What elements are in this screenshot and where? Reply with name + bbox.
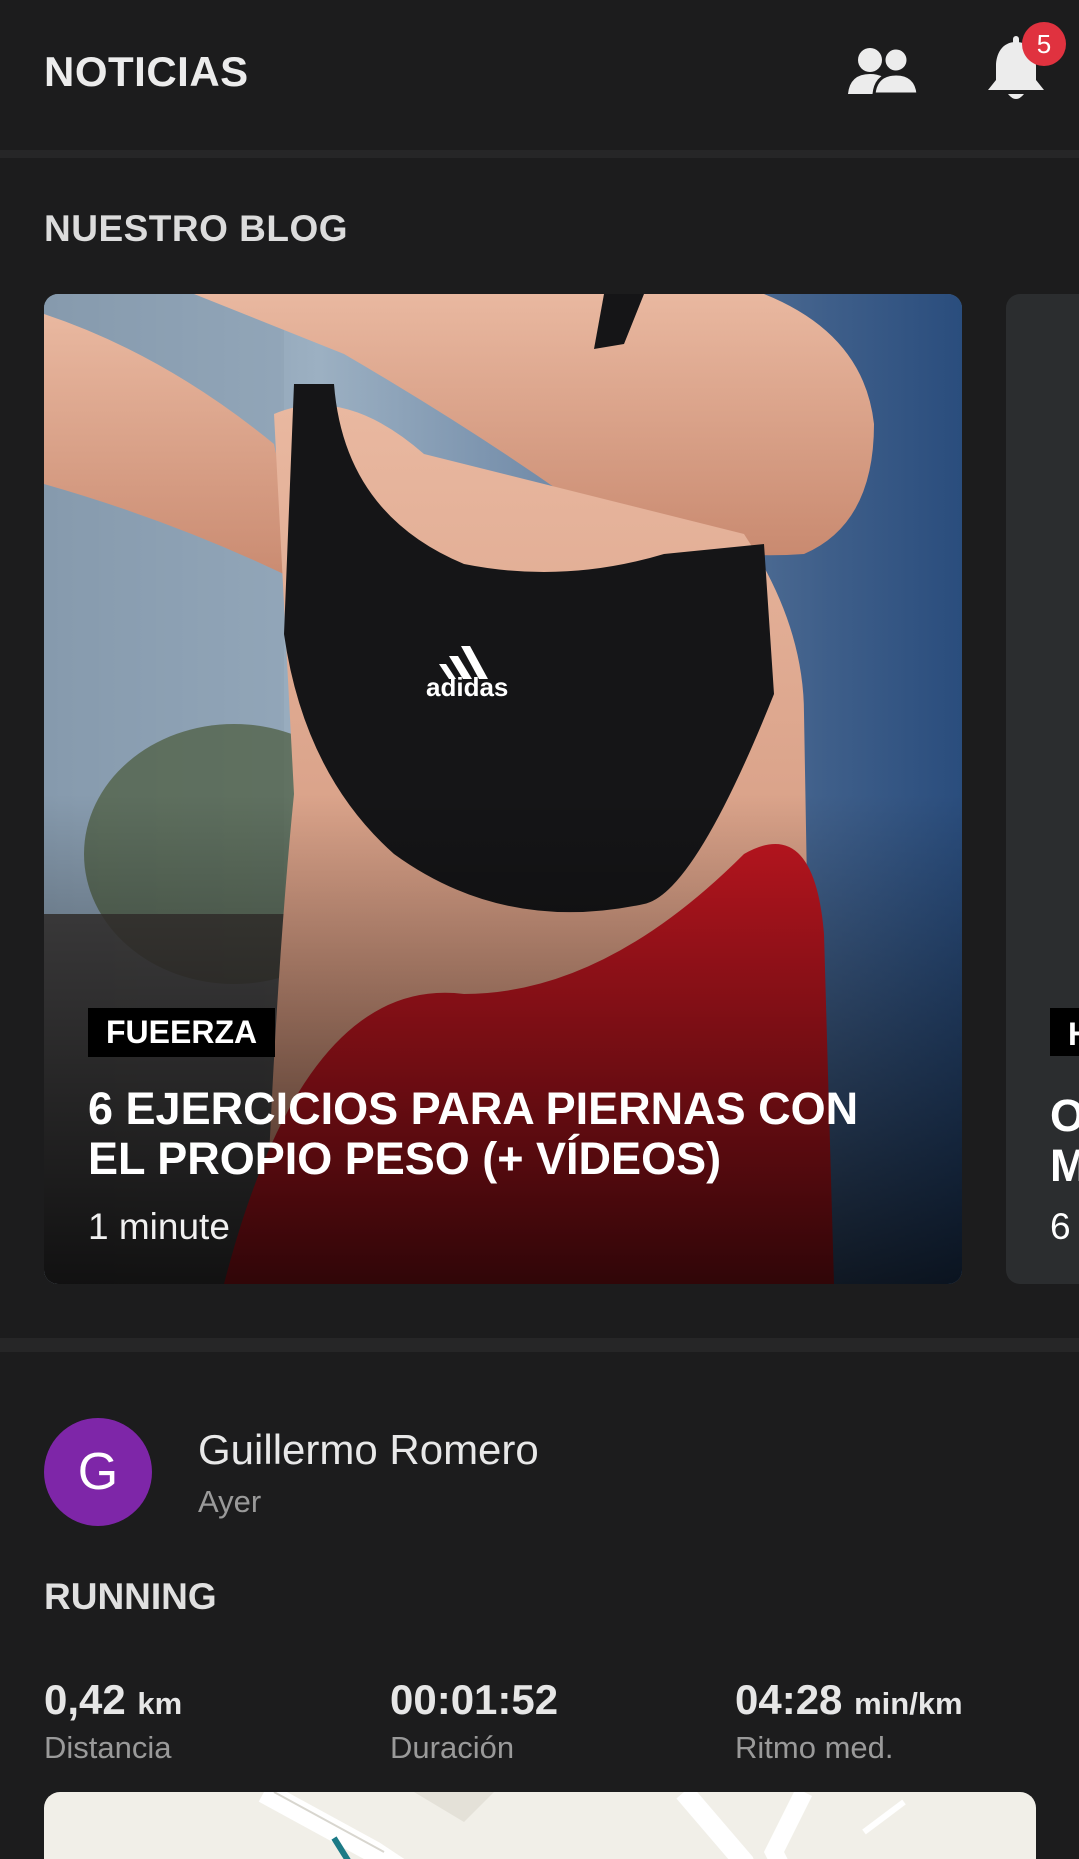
stat-pace-label: Ritmo med.	[735, 1730, 894, 1765]
stat-distance: 0,42 km Distancia	[44, 1676, 182, 1766]
stat-pace-value: 04:28	[735, 1676, 843, 1723]
stat-pace-unit: min/km	[854, 1686, 963, 1721]
user-name[interactable]: Guillermo Romero	[198, 1426, 539, 1474]
article-title: 6 EJERCICIOS PARA PIERNAS CON EL PROPIO …	[88, 1083, 859, 1184]
activity-time: Ayer	[198, 1484, 262, 1519]
top-app-bar: NOTICIAS 5	[0, 0, 1079, 150]
friends-button[interactable]	[846, 44, 920, 100]
stat-duration-label: Duración	[390, 1730, 515, 1765]
stat-duration-value: 00:01:52	[390, 1676, 559, 1723]
notification-count-badge: 5	[1022, 22, 1066, 66]
avatar[interactable]: G	[44, 1418, 152, 1526]
stat-distance-unit: km	[137, 1686, 183, 1721]
news-screen: NOTICIAS 5 NUESTRO BLOG adidas FUEERZA 6…	[0, 0, 1079, 1859]
svg-text:adidas: adidas	[426, 672, 508, 702]
next-article-title-line2: M	[1050, 1140, 1079, 1191]
section-divider	[0, 1338, 1079, 1352]
map-roads	[258, 1792, 906, 1859]
next-article-read-time: 6	[1050, 1206, 1071, 1247]
page-title: NOTICIAS	[44, 48, 249, 95]
stat-distance-label: Distancia	[44, 1730, 172, 1765]
stat-duration: 00:01:52 Duración	[390, 1676, 558, 1766]
blog-section-title: NUESTRO BLOG	[44, 208, 349, 249]
blog-card[interactable]: adidas FUEERZA 6 EJERCICIOS PARA PIERNAS…	[44, 294, 962, 1284]
article-category-tag: FUEERZA	[88, 1008, 276, 1057]
article-read-time: 1 minute	[88, 1206, 230, 1247]
stat-distance-value: 0,42	[44, 1676, 126, 1723]
header-divider	[0, 150, 1079, 158]
activity-type: RUNNING	[44, 1576, 217, 1617]
route-map[interactable]	[44, 1792, 1036, 1859]
friends-icon	[848, 46, 920, 96]
next-article-tag: H	[1068, 1016, 1079, 1053]
stat-pace: 04:28 min/km Ritmo med.	[735, 1676, 963, 1766]
next-article-title-line1: O	[1050, 1090, 1079, 1141]
blog-card-next[interactable]: H O M 6	[1006, 294, 1079, 1284]
